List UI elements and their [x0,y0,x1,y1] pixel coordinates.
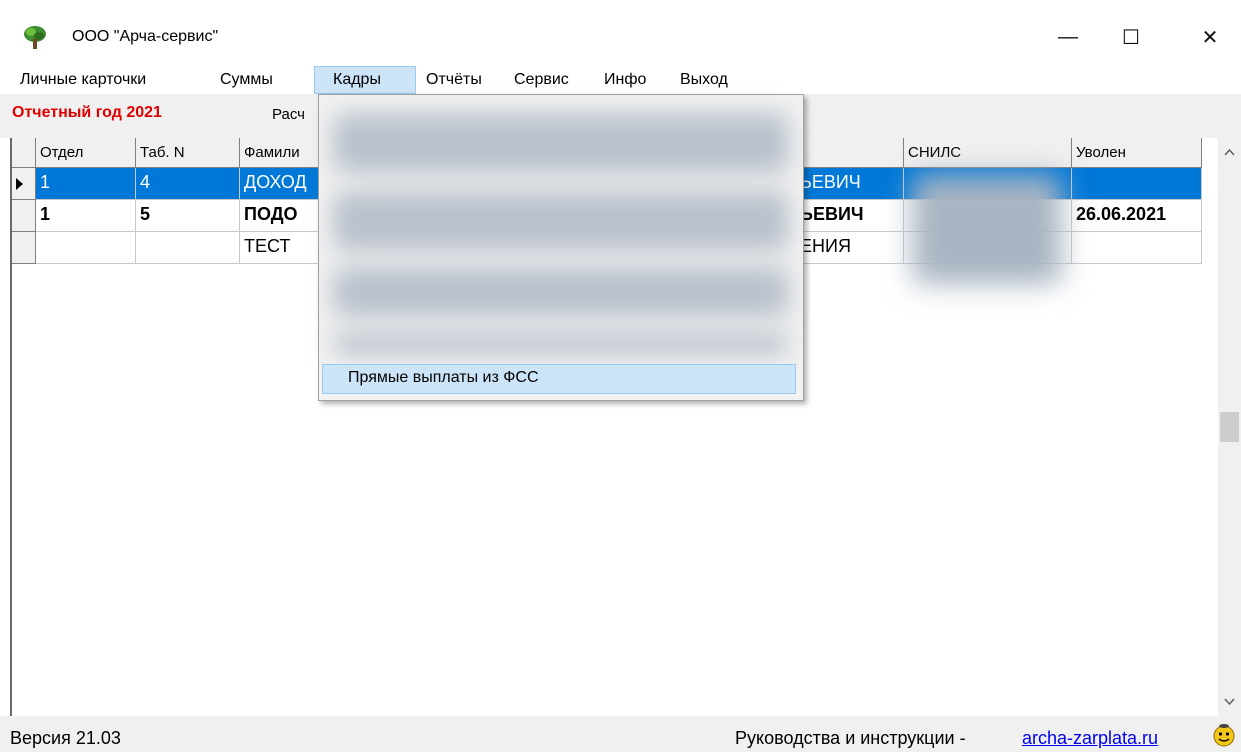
current-row-arrow-icon [16,178,23,190]
reporting-year-label[interactable]: Отчетный год 2021 [12,104,162,122]
row-indicator[interactable] [12,168,36,200]
scroll-down-icon[interactable] [1218,692,1241,712]
menu-item-fss-payments-label: Прямые выплаты из ФСС [348,369,539,386]
redacted-menu-items [333,333,789,355]
cell-fired[interactable] [1072,168,1202,200]
redacted-menu-items [333,267,789,317]
redacted-snils [912,174,1062,284]
smiley-icon[interactable] [1212,722,1236,748]
header-dept[interactable]: Отдел [36,138,136,168]
menu-reports[interactable]: Отчёты [418,66,490,94]
minimize-button[interactable]: — [1043,14,1093,60]
redacted-menu-items [333,113,789,173]
menu-service[interactable]: Сервис [506,66,577,94]
maximize-button[interactable]: ☐ [1106,14,1156,60]
cell-patronymic: ЕНИЯ [800,236,851,256]
version-label: Версия 21.03 [10,728,121,748]
header-indicator [12,138,36,168]
menu-info[interactable]: Инфо [596,66,654,94]
scroll-thumb[interactable] [1220,412,1239,442]
header-snils[interactable]: СНИЛС [904,138,1072,168]
row-indicator[interactable] [12,232,36,264]
guide-link[interactable]: archa-zarplata.ru [1022,728,1158,749]
menu-sums[interactable]: Суммы [212,66,281,94]
cell-dept[interactable] [36,232,136,264]
menu-staff[interactable]: Кадры [314,66,416,94]
tree-icon [22,24,48,50]
menu-personal-cards[interactable]: Личные карточки [12,66,154,94]
cell-patronymic: ЬЕВИЧ [800,204,864,224]
cell-patronymic: ЬЕВИЧ [800,172,861,192]
guide-label: Руководства и инструкции - [735,728,966,748]
header-fired[interactable]: Уволен [1072,138,1202,168]
redacted-menu-items [333,191,789,251]
cell-dept[interactable]: 1 [36,168,136,200]
staff-dropdown-menu[interactable] [318,94,804,401]
close-button[interactable]: ✕ [1185,14,1235,60]
cell-surname: ТЕСТ [244,236,291,256]
calc-label[interactable]: Расч [272,106,305,123]
cell-tab[interactable]: 4 [136,168,240,200]
scroll-up-icon[interactable] [1218,142,1241,162]
menu-exit[interactable]: Выход [672,66,736,94]
cell-tab[interactable]: 5 [136,200,240,232]
cell-dept[interactable]: 1 [36,200,136,232]
cell-fired[interactable] [1072,232,1202,264]
cell-fired[interactable]: 26.06.2021 [1072,200,1202,232]
row-indicator[interactable] [12,200,36,232]
cell-surname: ДОХОД [244,172,307,192]
cell-tab[interactable] [136,232,240,264]
cell-surname: ПОДО [244,204,298,224]
header-tab-number[interactable]: Таб. N [136,138,240,168]
window-title: ООО "Арча-сервис" [72,28,219,45]
